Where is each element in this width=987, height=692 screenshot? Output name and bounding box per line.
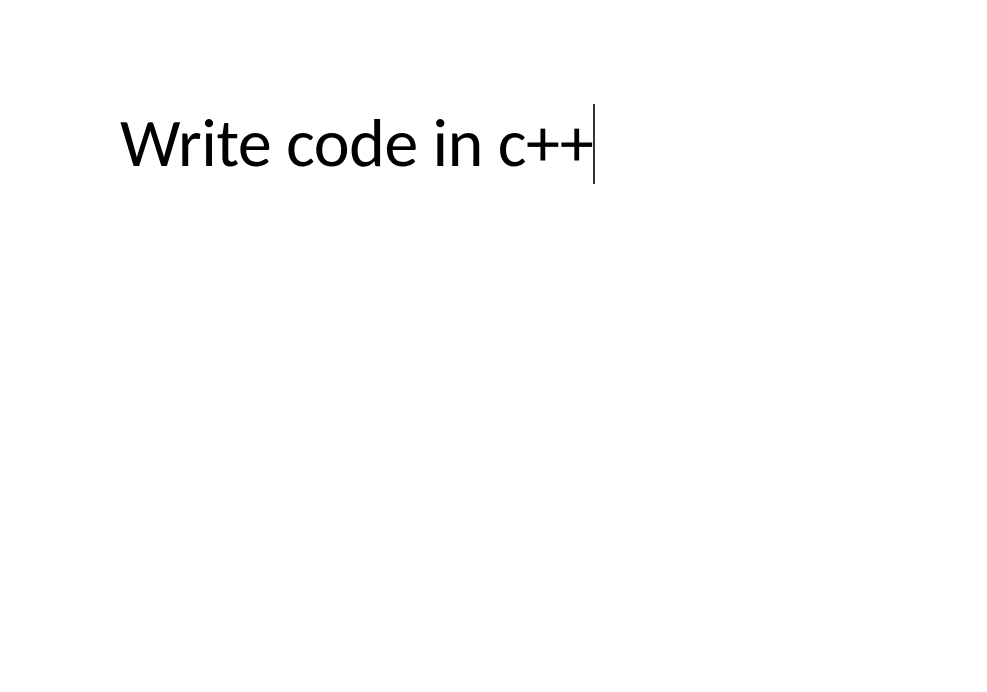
document-text: Write code in c++	[120, 102, 593, 185]
document-content[interactable]: Write code in c++	[120, 110, 595, 182]
text-cursor-icon	[593, 104, 595, 184]
